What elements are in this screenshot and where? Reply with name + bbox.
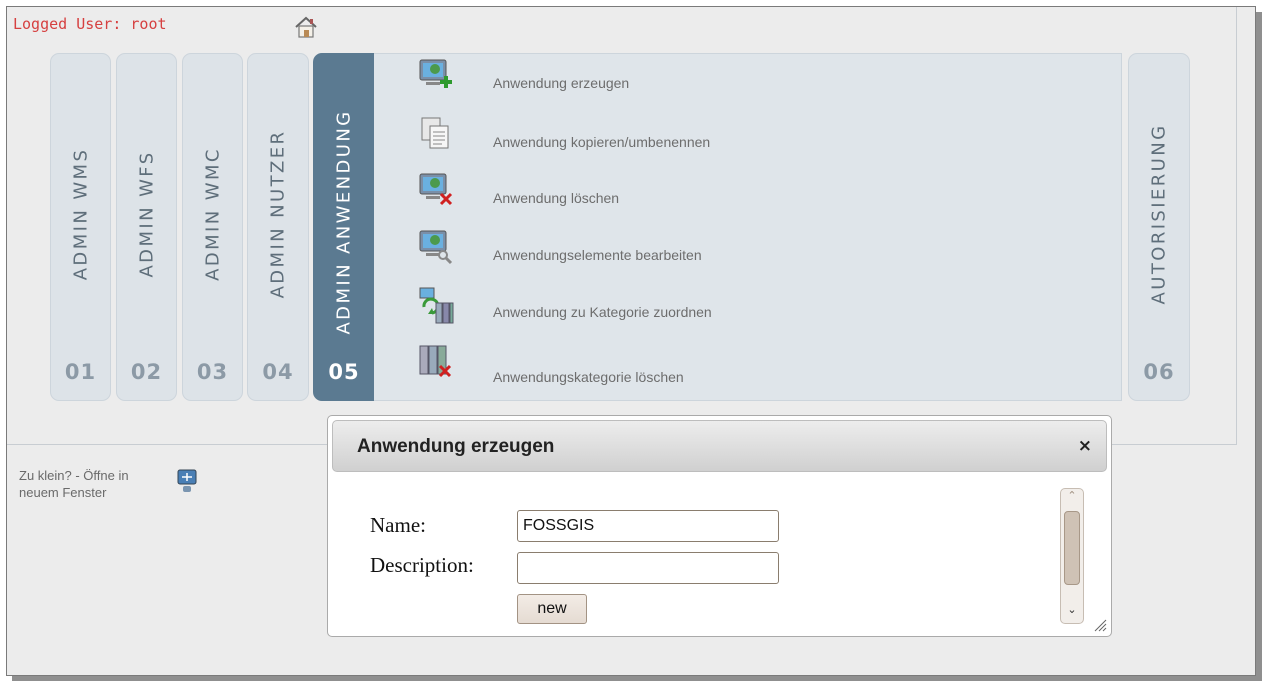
- tab-number: 01: [64, 360, 97, 384]
- dialog-titlebar[interactable]: Anwendung erzeugen ×: [332, 420, 1107, 472]
- description-label: Description:: [370, 553, 474, 577]
- menu-item-delete-category[interactable]: Anwendungskategorie löschen: [418, 342, 838, 392]
- tab-admin-wmc[interactable]: ADMIN WMC 03: [182, 53, 243, 401]
- category-delete-icon: [419, 345, 452, 378]
- tab-label: ADMIN NUTZER: [267, 129, 289, 299]
- open-new-window-text[interactable]: Zu klein? - Öffne in neuem Fenster: [19, 467, 169, 501]
- tab-label: AUTORISIERUNG: [1148, 123, 1170, 305]
- logged-user-label: Logged User: root: [13, 15, 167, 33]
- new-window-icon[interactable]: [177, 469, 197, 495]
- tab-number: 06: [1143, 360, 1175, 384]
- menu-item-label: Anwendungselemente bearbeiten: [493, 247, 702, 263]
- tab-label: ADMIN WFS: [136, 150, 157, 278]
- admin-area: Logged User: root ADMIN WMS 01 ADMIN WFS…: [7, 7, 1237, 445]
- dialog-title: Anwendung erzeugen: [357, 436, 555, 457]
- scroll-down-icon[interactable]: ⌄: [1061, 603, 1083, 621]
- menu-item-copy-application[interactable]: Anwendung kopieren/umbenennen: [418, 116, 838, 166]
- tab-number: 05: [328, 360, 360, 384]
- tab-number: 04: [262, 360, 294, 384]
- menu-item-create-application[interactable]: Anwendung erzeugen: [418, 58, 838, 108]
- menu-item-label: Anwendung löschen: [493, 190, 620, 206]
- assign-category-icon: [419, 287, 454, 324]
- resize-handle-icon[interactable]: [1093, 618, 1107, 632]
- new-button[interactable]: new: [517, 594, 587, 624]
- app-frame: Logged User: root ADMIN WMS 01 ADMIN WFS…: [6, 6, 1256, 676]
- tab-number: 02: [130, 360, 163, 384]
- application-delete-icon: [419, 173, 453, 206]
- menu-item-edit-elements[interactable]: Anwendungselemente bearbeiten: [418, 229, 838, 279]
- tab-label: ADMIN WMS: [70, 147, 91, 281]
- tab-admin-anwendung[interactable]: ADMIN ANWENDUNG 05: [313, 53, 375, 401]
- tab-autorisierung[interactable]: AUTORISIERUNG 06: [1128, 53, 1190, 401]
- application-add-icon: [419, 59, 452, 88]
- dialog-scrollbar[interactable]: ⌃ ⌄: [1060, 488, 1084, 624]
- scrollbar-thumb[interactable]: [1064, 511, 1080, 585]
- name-field[interactable]: [517, 510, 779, 542]
- tab-admin-wfs[interactable]: ADMIN WFS 02: [116, 53, 177, 401]
- copy-icon: [421, 117, 449, 149]
- menu-item-label: Anwendung erzeugen: [493, 75, 630, 91]
- menu-item-label: Anwendung zu Kategorie zuordnen: [493, 304, 712, 320]
- create-application-dialog: Anwendung erzeugen × Name: Description: …: [327, 415, 1112, 637]
- name-label: Name:: [370, 513, 426, 537]
- description-field[interactable]: [517, 552, 779, 584]
- close-icon[interactable]: ×: [1078, 436, 1092, 456]
- home-icon[interactable]: [293, 15, 319, 39]
- scroll-up-icon[interactable]: ⌃: [1061, 489, 1083, 507]
- menu-panel: Anwendung erzeugen Anwendung kopieren/um…: [374, 53, 1122, 401]
- tab-label: ADMIN WMC: [202, 147, 223, 281]
- menu-item-delete-application[interactable]: Anwendung löschen: [418, 172, 838, 222]
- tab-label: ADMIN ANWENDUNG: [333, 109, 355, 335]
- menu-item-label: Anwendung kopieren/umbenennen: [493, 134, 711, 150]
- menu-item-label: Anwendungskategorie löschen: [493, 369, 684, 385]
- tab-number: 03: [196, 360, 229, 384]
- tab-admin-wms[interactable]: ADMIN WMS 01: [50, 53, 111, 401]
- menu-item-assign-category[interactable]: Anwendung zu Kategorie zuordnen: [418, 284, 838, 334]
- application-edit-icon: [419, 230, 453, 265]
- tab-admin-nutzer[interactable]: ADMIN NUTZER 04: [247, 53, 309, 401]
